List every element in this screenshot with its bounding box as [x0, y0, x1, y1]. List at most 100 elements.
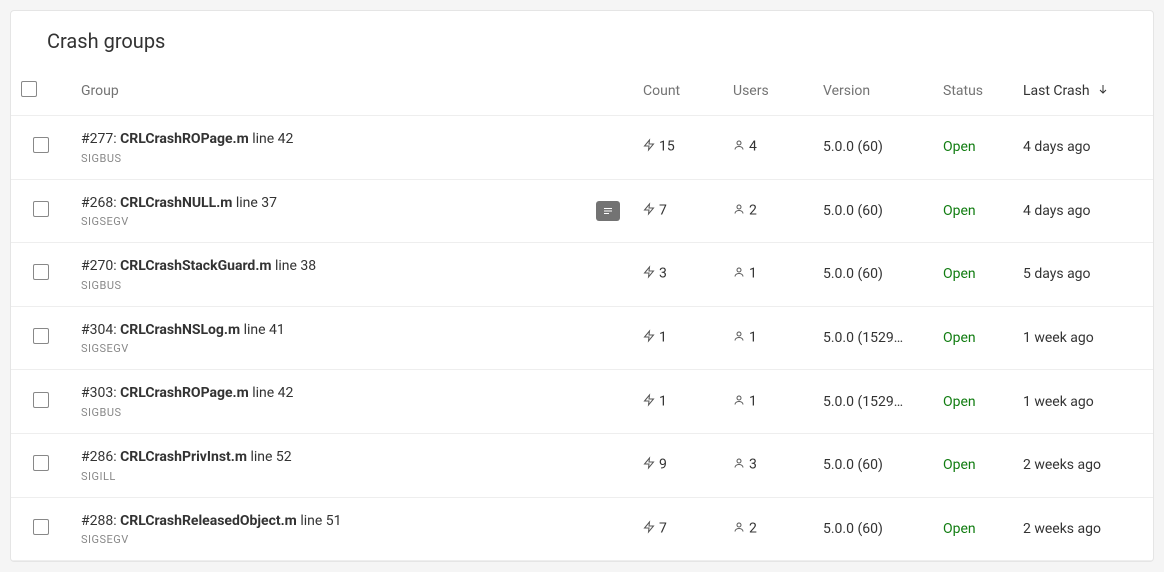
- user-icon: [733, 202, 745, 220]
- group-id: #303:: [81, 385, 120, 401]
- status-value: Open: [943, 266, 976, 282]
- version-cell: 5.0.0 (60): [813, 116, 933, 180]
- count-cell: 3: [633, 243, 723, 307]
- count-cell: 1: [633, 306, 723, 370]
- group-id: #288:: [81, 513, 120, 529]
- group-line: line 51: [300, 513, 341, 529]
- row-checkbox[interactable]: [33, 455, 49, 471]
- lightning-icon: [643, 329, 655, 347]
- status-value: Open: [943, 203, 976, 219]
- group-cell: #286: CRLCrashPrivInst.m line 52 SIGILL: [71, 433, 583, 497]
- last-crash-cell: 4 days ago: [1013, 179, 1153, 243]
- version-value: 5.0.0 (60): [823, 521, 883, 537]
- status-cell: Open: [933, 243, 1013, 307]
- group-file: CRLCrashNULL.m: [120, 195, 232, 211]
- table-row[interactable]: #270: CRLCrashStackGuard.m line 38 SIGBU…: [11, 243, 1153, 307]
- group-title: #288: CRLCrashReleasedObject.m line 51: [81, 512, 573, 532]
- last-crash-cell: 1 week ago: [1013, 306, 1153, 370]
- table-row[interactable]: #277: CRLCrashROPage.m line 42 SIGBUS 15…: [11, 116, 1153, 180]
- group-id: #268:: [81, 195, 120, 211]
- users-cell: 2: [723, 179, 813, 243]
- header-count[interactable]: Count: [633, 67, 723, 116]
- count-cell: 1: [633, 370, 723, 434]
- row-checkbox-cell: [11, 370, 71, 434]
- count-value: 1: [659, 393, 667, 409]
- group-signal: SIGSEGV: [81, 533, 573, 546]
- sort-descending-icon: [1097, 83, 1109, 99]
- table-row[interactable]: #288: CRLCrashReleasedObject.m line 51 S…: [11, 497, 1153, 561]
- note-cell: [583, 497, 633, 561]
- group-cell: #270: CRLCrashStackGuard.m line 38 SIGBU…: [71, 243, 583, 307]
- last-crash-value: 5 days ago: [1023, 266, 1091, 282]
- group-cell: #303: CRLCrashROPage.m line 42 SIGBUS: [71, 370, 583, 434]
- status-cell: Open: [933, 370, 1013, 434]
- status-value: Open: [943, 139, 976, 155]
- row-checkbox[interactable]: [33, 264, 49, 280]
- row-checkbox[interactable]: [33, 519, 49, 535]
- users-cell: 4: [723, 116, 813, 180]
- user-icon: [733, 520, 745, 538]
- last-crash-cell: 2 weeks ago: [1013, 433, 1153, 497]
- last-crash-value: 2 weeks ago: [1023, 457, 1101, 473]
- user-icon: [733, 456, 745, 474]
- status-cell: Open: [933, 306, 1013, 370]
- group-signal: SIGILL: [81, 470, 573, 483]
- status-value: Open: [943, 394, 976, 410]
- version-cell: 5.0.0 (1529…: [813, 306, 933, 370]
- lightning-icon: [643, 520, 655, 538]
- group-line: line 42: [252, 385, 293, 401]
- users-value: 4: [749, 139, 757, 155]
- card-title: Crash groups: [11, 11, 1153, 67]
- lightning-icon: [643, 138, 655, 156]
- status-cell: Open: [933, 433, 1013, 497]
- version-cell: 5.0.0 (1529…: [813, 370, 933, 434]
- row-checkbox[interactable]: [33, 392, 49, 408]
- group-line: line 41: [244, 322, 285, 338]
- count-cell: 9: [633, 433, 723, 497]
- row-checkbox[interactable]: [33, 328, 49, 344]
- count-value: 15: [659, 139, 675, 155]
- note-icon[interactable]: [596, 201, 620, 221]
- table-row[interactable]: #286: CRLCrashPrivInst.m line 52 SIGILL …: [11, 433, 1153, 497]
- group-id: #277:: [81, 131, 120, 147]
- last-crash-cell: 5 days ago: [1013, 243, 1153, 307]
- user-icon: [733, 329, 745, 347]
- version-value: 5.0.0 (60): [823, 139, 883, 155]
- table-row[interactable]: #303: CRLCrashROPage.m line 42 SIGBUS 1 …: [11, 370, 1153, 434]
- users-cell: 1: [723, 243, 813, 307]
- header-group[interactable]: Group: [71, 67, 583, 116]
- header-status[interactable]: Status: [933, 67, 1013, 116]
- select-all-checkbox[interactable]: [21, 81, 37, 97]
- header-version[interactable]: Version: [813, 67, 933, 116]
- version-value: 5.0.0 (60): [823, 457, 883, 473]
- users-value: 2: [749, 521, 757, 537]
- lightning-icon: [643, 202, 655, 220]
- table-row[interactable]: #268: CRLCrashNULL.m line 37 SIGSEGV 7 2…: [11, 179, 1153, 243]
- row-checkbox-cell: [11, 306, 71, 370]
- count-cell: 15: [633, 116, 723, 180]
- status-value: Open: [943, 330, 976, 346]
- count-cell: 7: [633, 497, 723, 561]
- group-signal: SIGSEGV: [81, 342, 573, 355]
- users-cell: 3: [723, 433, 813, 497]
- group-signal: SIGBUS: [81, 152, 573, 165]
- group-line: line 42: [252, 131, 293, 147]
- table-row[interactable]: #304: CRLCrashNSLog.m line 41 SIGSEGV 1 …: [11, 306, 1153, 370]
- users-value: 1: [749, 393, 757, 409]
- crash-table: Group Count Users Version Status Last Cr…: [11, 67, 1153, 561]
- status-cell: Open: [933, 179, 1013, 243]
- group-file: CRLCrashNSLog.m: [120, 322, 240, 338]
- note-cell: [583, 306, 633, 370]
- users-value: 3: [749, 457, 757, 473]
- header-last-crash[interactable]: Last Crash: [1013, 67, 1153, 116]
- row-checkbox-cell: [11, 179, 71, 243]
- version-value: 5.0.0 (1529…: [823, 394, 903, 410]
- group-id: #270:: [81, 258, 120, 274]
- header-users[interactable]: Users: [723, 67, 813, 116]
- last-crash-value: 1 week ago: [1023, 330, 1094, 346]
- users-value: 2: [749, 203, 757, 219]
- version-cell: 5.0.0 (60): [813, 497, 933, 561]
- row-checkbox[interactable]: [33, 201, 49, 217]
- row-checkbox[interactable]: [33, 137, 49, 153]
- group-line: line 52: [250, 449, 291, 465]
